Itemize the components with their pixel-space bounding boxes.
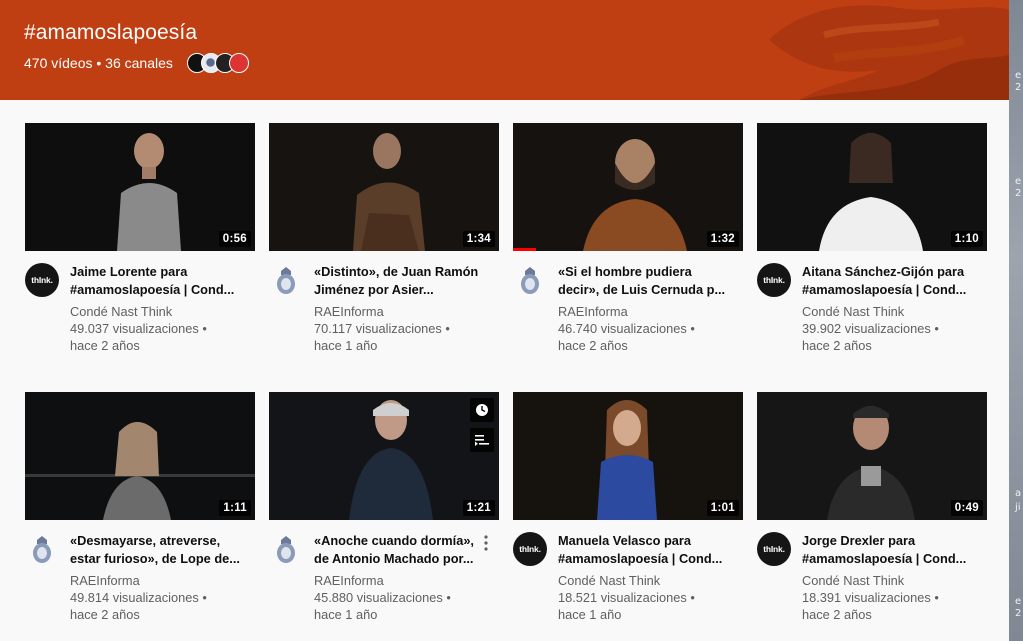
channel-avatar-stack[interactable] — [187, 53, 253, 75]
upload-age: hace 1 año — [314, 338, 378, 353]
rae-crest-icon[interactable] — [513, 263, 547, 297]
channel-name[interactable]: Condé Nast Think — [70, 303, 250, 320]
video-title[interactable]: Aitana Sánchez-Gijón para #amamoslapoesía… — [802, 263, 982, 299]
rae-crest-icon[interactable] — [269, 532, 303, 566]
video-duration: 1:21 — [462, 500, 495, 516]
view-count: 18.391 visualizaciones • — [802, 590, 939, 605]
watch-later-icon[interactable] — [470, 398, 494, 422]
video-thumbnail[interactable]: 1:32 — [513, 123, 743, 251]
view-count: 49.814 visualizaciones • — [70, 590, 207, 605]
rae-crest-icon[interactable] — [269, 263, 303, 297]
brush-stroke-art — [769, 5, 1009, 100]
video-duration: 1:11 — [219, 500, 251, 516]
view-count: 70.117 visualizaciones • — [314, 321, 450, 336]
video-thumbnail[interactable]: 0:56 — [25, 123, 255, 251]
video-duration: 1:01 — [706, 500, 739, 516]
channel-name[interactable]: RAEInforma — [558, 303, 738, 320]
view-count: 18.521 visualizaciones • — [558, 590, 695, 605]
video-title[interactable]: «Distinto», de Juan Ramón Jiménez por Asi… — [314, 263, 494, 299]
video-duration: 1:32 — [706, 231, 739, 247]
upload-age: hace 1 año — [314, 607, 378, 622]
video-thumbnail[interactable]: 1:10 — [757, 123, 987, 251]
video-title[interactable]: Jaime Lorente para #amamoslapoesía | Cond… — [70, 263, 250, 299]
video-title[interactable]: Manuela Velasco para #amamoslapoesía | Co… — [558, 532, 738, 568]
channel-name[interactable]: RAEInforma — [314, 303, 494, 320]
upload-age: hace 2 años — [70, 607, 140, 622]
channel-avatar[interactable]: thInk. — [757, 532, 791, 566]
hashtag-banner: #amamoslapoesía 470 vídeos • 36 canales — [0, 0, 1009, 100]
video-duration: 1:34 — [462, 231, 495, 247]
video-thumbnail[interactable]: 1:34 — [269, 123, 499, 251]
channel-logo-icon — [229, 53, 249, 73]
channel-name[interactable]: RAEInforma — [314, 572, 494, 589]
video-duration: 1:10 — [950, 231, 983, 247]
view-count: 49.037 visualizaciones • — [70, 321, 207, 336]
video-title[interactable]: Jorge Drexler para #amamoslapoesía | Cond… — [802, 532, 982, 568]
video-duration: 0:49 — [950, 500, 983, 516]
channel-avatar[interactable]: thInk. — [25, 263, 59, 297]
edge-text: e — [1015, 70, 1022, 81]
video-title[interactable]: «Si el hombre pudiera decir», de Luis Cer… — [558, 263, 738, 299]
video-thumbnail[interactable]: 1:21 — [269, 392, 499, 520]
edge-text: e — [1015, 596, 1022, 607]
channel-avatar[interactable]: thInk. — [513, 532, 547, 566]
edge-text: e — [1015, 176, 1022, 187]
channel-name[interactable]: Condé Nast Think — [802, 303, 982, 320]
upload-age: hace 2 años — [558, 338, 628, 353]
edge-text: a — [1015, 488, 1022, 499]
channel-name[interactable]: RAEInforma — [70, 572, 250, 589]
rae-crest-icon[interactable] — [25, 532, 59, 566]
watched-progress-bar — [513, 248, 536, 251]
channel-name[interactable]: Condé Nast Think — [558, 572, 738, 589]
video-title[interactable]: «Anoche cuando dormía», de Antonio Machad… — [314, 532, 494, 568]
upload-age: hace 1 año — [558, 607, 622, 622]
upload-age: hace 2 años — [802, 338, 872, 353]
edge-text: ji — [1015, 502, 1021, 513]
edge-text: 2 — [1015, 608, 1022, 619]
video-title[interactable]: «Desmayarse, atreverse, estar furioso», d… — [70, 532, 250, 568]
channel-name[interactable]: Condé Nast Think — [802, 572, 982, 589]
video-duration: 0:56 — [218, 231, 251, 247]
view-count: 46.740 visualizaciones • — [558, 321, 695, 336]
video-thumbnail[interactable]: 1:01 — [513, 392, 743, 520]
youtube-hashtag-page: #amamoslapoesía 470 vídeos • 36 canales … — [0, 0, 1009, 641]
edge-text: 2 — [1015, 82, 1022, 93]
add-to-queue-icon[interactable] — [470, 428, 494, 452]
more-options-icon[interactable] — [481, 533, 491, 553]
view-count: 39.902 visualizaciones • — [802, 321, 939, 336]
upload-age: hace 2 años — [70, 338, 140, 353]
background-window-edge: e 2 e 2 a ji e 2 — [1009, 0, 1023, 641]
view-count: 45.880 visualizaciones • — [314, 590, 451, 605]
channel-avatar[interactable]: thInk. — [757, 263, 791, 297]
video-thumbnail[interactable]: 1:11 — [25, 392, 255, 520]
edge-text: 2 — [1015, 188, 1022, 199]
upload-age: hace 2 años — [802, 607, 872, 622]
hashtag-stats: 470 vídeos • 36 canales — [24, 55, 173, 71]
video-thumbnail[interactable]: 0:49 — [757, 392, 987, 520]
hashtag-title: #amamoslapoesía — [24, 21, 198, 44]
